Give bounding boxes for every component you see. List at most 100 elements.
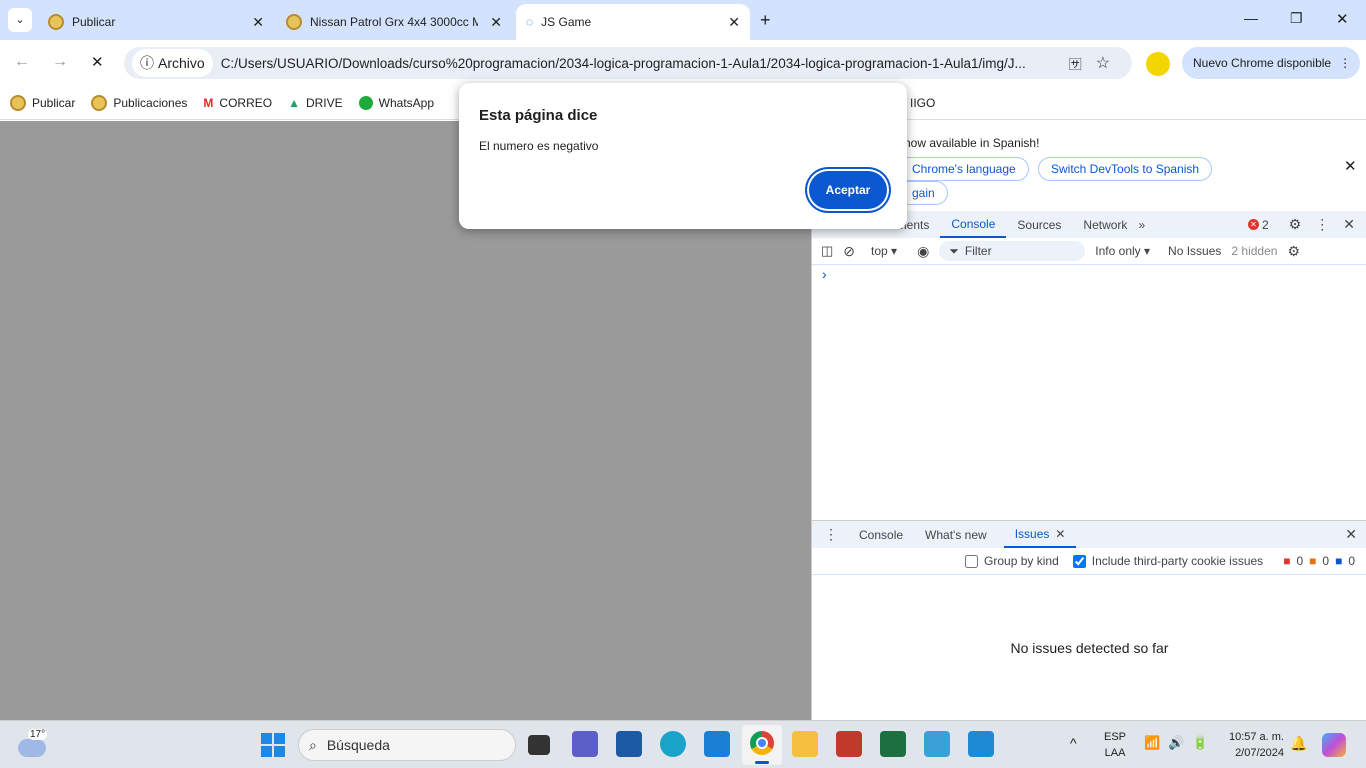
filter-input[interactable]: ⏷ Filter bbox=[939, 241, 1086, 261]
profile-avatar[interactable] bbox=[1146, 52, 1170, 76]
console-prompt[interactable]: › bbox=[822, 266, 827, 282]
more-tabs-icon[interactable]: » bbox=[1138, 218, 1145, 232]
url-text[interactable]: C:/Users/USUARIO/Downloads/curso%20progr… bbox=[221, 56, 1061, 71]
context-select[interactable]: top ▾ bbox=[871, 244, 897, 258]
tab-console[interactable]: Console bbox=[940, 211, 1007, 238]
clear-console-icon[interactable]: ⊘ bbox=[843, 243, 855, 260]
filter-placeholder: Filter bbox=[964, 244, 992, 258]
site-favicon-icon bbox=[286, 14, 302, 30]
search-box[interactable]: ⌕ Búsqueda bbox=[298, 729, 516, 761]
translate-icon[interactable]: 🈂 bbox=[1069, 54, 1082, 73]
bookmark-star-icon[interactable]: ☆ bbox=[1096, 53, 1110, 73]
minimize-button[interactable]: — bbox=[1244, 10, 1258, 26]
vscode-icon[interactable] bbox=[968, 731, 994, 757]
mail-icon[interactable] bbox=[704, 731, 730, 757]
match-chrome-language-button[interactable]: Chrome's language bbox=[900, 157, 1029, 181]
live-expression-eye-icon[interactable]: ◉ bbox=[917, 243, 929, 260]
issues-counter[interactable]: No Issues bbox=[1168, 244, 1221, 258]
bookmark-publicar[interactable]: Publicar bbox=[10, 94, 75, 111]
site-info-chip[interactable]: ⓘ Archivo bbox=[132, 49, 213, 77]
menu-kebab-icon[interactable]: ⋮ bbox=[1339, 56, 1351, 70]
copilot-icon[interactable] bbox=[1322, 733, 1346, 757]
back-icon[interactable]: ← bbox=[14, 53, 30, 71]
language-indicator[interactable]: ESP LAA bbox=[1104, 729, 1126, 761]
tab-sources[interactable]: Sources bbox=[1006, 211, 1072, 238]
new-tab-button[interactable]: + bbox=[760, 10, 771, 31]
filter-icon: ⏷ bbox=[949, 243, 959, 258]
group-by-kind-label: Group by kind bbox=[984, 554, 1059, 568]
wifi-icon[interactable]: 📶 bbox=[1144, 735, 1160, 751]
drawer-menu-icon[interactable]: ⋮ bbox=[812, 526, 848, 543]
start-button[interactable] bbox=[261, 733, 285, 757]
sidebar-toggle-icon[interactable]: ◫ bbox=[821, 243, 833, 259]
maximize-button[interactable]: ❐ bbox=[1290, 10, 1303, 27]
console-settings-icon[interactable]: ⚙ bbox=[1287, 243, 1300, 260]
chrome-taskbar-button[interactable] bbox=[742, 725, 782, 765]
close-devtools-icon[interactable]: ✕ bbox=[1343, 216, 1355, 233]
clock-time: 10:57 a. m. bbox=[1228, 731, 1284, 743]
battery-icon[interactable]: 🔋 bbox=[1192, 735, 1208, 751]
address-bar[interactable]: ⓘ Archivo C:/Users/USUARIO/Downloads/curs… bbox=[124, 47, 1132, 79]
weather-widget[interactable]: 17° bbox=[18, 729, 48, 761]
notification-bell-icon[interactable]: 🔔 bbox=[1290, 735, 1307, 752]
bookmark-favicon-icon bbox=[10, 94, 26, 111]
tab-search-button[interactable]: ⌄ bbox=[8, 8, 32, 32]
microsoft-store-icon[interactable] bbox=[616, 731, 642, 757]
pdf-app-icon[interactable] bbox=[836, 731, 862, 757]
devtools-menu-icon[interactable]: ⋮ bbox=[1315, 216, 1329, 233]
keyboard-layout: LAA bbox=[1104, 747, 1126, 759]
task-view-icon[interactable] bbox=[528, 735, 550, 755]
tab-title: Nissan Patrol Grx 4x4 3000cc M bbox=[310, 15, 478, 29]
close-tab-icon[interactable]: ✕ bbox=[728, 14, 740, 31]
search-placeholder: Búsqueda bbox=[326, 737, 390, 753]
close-tab-icon[interactable]: ✕ bbox=[1055, 527, 1065, 541]
bookmark-whatsapp[interactable]: WhatsApp bbox=[358, 95, 434, 110]
close-banner-icon[interactable]: ✕ bbox=[1344, 157, 1357, 175]
forward-icon[interactable]: → bbox=[52, 53, 68, 71]
third-party-cookie-checkbox[interactable] bbox=[1072, 554, 1086, 568]
dialog-title: Esta página dice bbox=[479, 107, 598, 124]
close-window-button[interactable]: ✕ bbox=[1336, 10, 1349, 28]
teams-icon[interactable] bbox=[572, 731, 598, 757]
switch-devtools-spanish-button[interactable]: Switch DevTools to Spanish bbox=[1038, 157, 1213, 181]
bookmark-correo[interactable]: M CORREO bbox=[203, 96, 272, 110]
close-tab-icon[interactable]: ✕ bbox=[490, 14, 502, 31]
accept-button[interactable]: Aceptar bbox=[809, 171, 887, 209]
stop-loading-icon[interactable]: ✕ bbox=[91, 53, 104, 71]
edge-icon[interactable] bbox=[660, 731, 686, 757]
dont-show-again-button[interactable]: gain bbox=[900, 181, 948, 205]
volume-icon[interactable]: 🔊 bbox=[1168, 735, 1184, 751]
site-favicon-icon bbox=[48, 14, 64, 30]
close-tab-icon[interactable]: ✕ bbox=[252, 14, 264, 31]
error-counter[interactable]: ✕ 2 bbox=[1248, 218, 1269, 232]
issue-info-count: 0 bbox=[1348, 554, 1355, 568]
drawer-tab-whats-new[interactable]: What's new bbox=[914, 521, 998, 548]
whatsapp-icon bbox=[358, 95, 373, 110]
file-explorer-icon[interactable] bbox=[792, 731, 818, 757]
drawer-tab-console[interactable]: Console bbox=[848, 521, 914, 548]
tab-nissan[interactable]: Nissan Patrol Grx 4x4 3000cc M ✕ bbox=[276, 4, 512, 40]
language-code: ESP bbox=[1104, 731, 1127, 743]
drawer-tab-issues[interactable]: Issues ✕ bbox=[1003, 521, 1077, 548]
update-chrome-button[interactable]: Nuevo Chrome disponible ⋮ bbox=[1182, 47, 1360, 79]
issue-warning-count: 0 bbox=[1322, 554, 1330, 568]
log-level-select[interactable]: Info only ▾ bbox=[1095, 244, 1150, 258]
tab-network[interactable]: Network bbox=[1072, 211, 1138, 238]
bookmark-drive[interactable]: ▲ DRIVE bbox=[288, 96, 343, 110]
clock[interactable]: 10:57 a. m. 2/07/2024 bbox=[1222, 729, 1284, 761]
close-drawer-icon[interactable]: ✕ bbox=[1345, 526, 1357, 543]
bookmark-iigo[interactable]: IIGO bbox=[910, 96, 935, 110]
tab-publicar[interactable]: Publicar ✕ bbox=[38, 4, 274, 40]
issue-error-count: 0 bbox=[1296, 554, 1304, 568]
settings-gear-icon[interactable]: ⚙ bbox=[1289, 216, 1302, 233]
tab-js-game[interactable]: ◌ JS Game ✕ bbox=[516, 4, 750, 40]
tab-strip: ⌄ Publicar ✕ Nissan Patrol Grx 4x4 3000cc… bbox=[0, 0, 1366, 40]
notepad-icon[interactable] bbox=[924, 731, 950, 757]
show-hidden-icons[interactable]: ^ bbox=[1070, 735, 1077, 751]
group-by-kind-checkbox[interactable] bbox=[965, 554, 979, 568]
third-party-cookie-label: Include third-party cookie issues bbox=[1091, 554, 1264, 568]
excel-icon[interactable] bbox=[880, 731, 906, 757]
update-label: Nuevo Chrome disponible bbox=[1193, 56, 1332, 70]
bookmark-publicaciones[interactable]: Publicaciones bbox=[91, 94, 187, 111]
loading-icon: ◌ bbox=[526, 15, 534, 29]
